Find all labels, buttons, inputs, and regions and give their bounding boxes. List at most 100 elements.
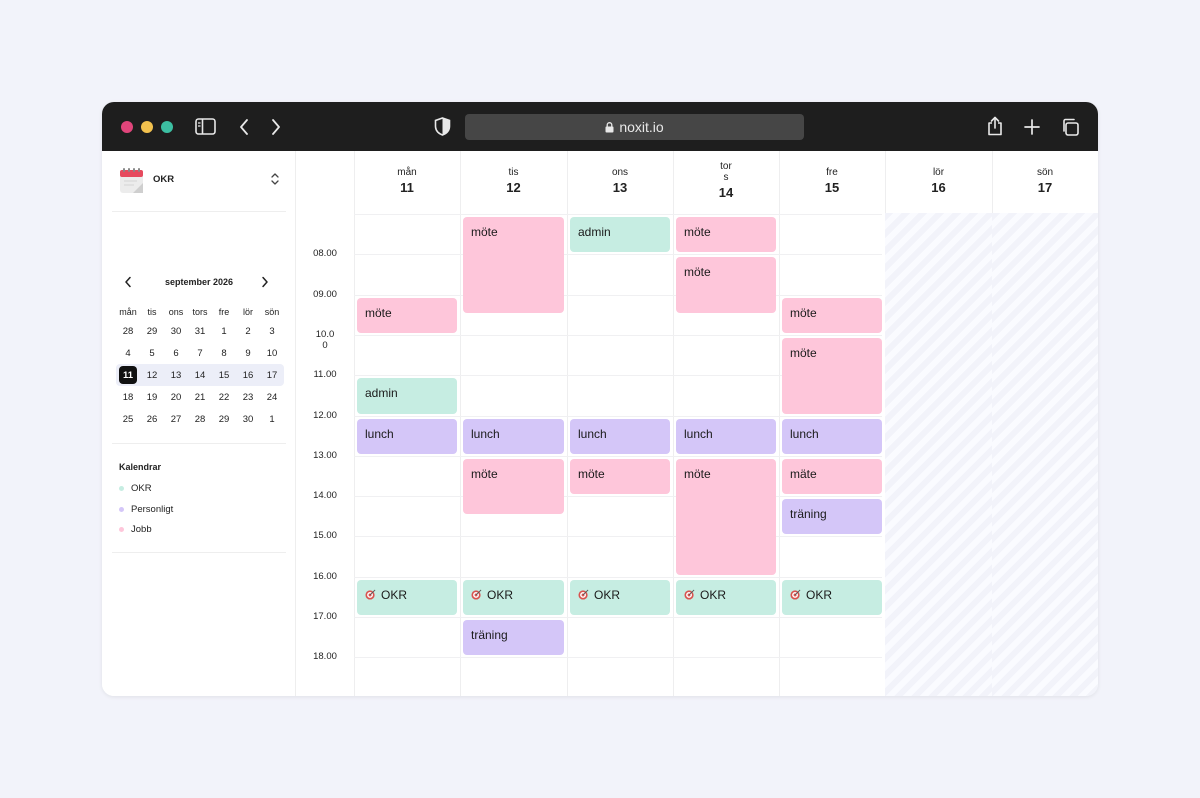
event-lunch[interactable]: lunch <box>782 419 882 454</box>
event-title: möte <box>684 265 711 279</box>
zoom-window-button[interactable] <box>161 121 173 133</box>
event-admin[interactable]: admin <box>357 378 457 414</box>
calendar-item-okr[interactable]: OKR <box>119 483 152 494</box>
forward-icon[interactable] <box>268 117 284 137</box>
mini-calendar-day[interactable]: 5 <box>140 342 164 364</box>
event-lunch[interactable]: lunch <box>570 419 670 454</box>
mini-calendar-day[interactable]: 19 <box>140 386 164 408</box>
mini-calendar-day[interactable]: 15 <box>212 364 236 386</box>
mini-calendar-day[interactable]: 1 <box>212 320 236 342</box>
event-möte[interactable]: möte <box>463 459 564 514</box>
event-möte[interactable]: möte <box>676 459 776 575</box>
mini-calendar-day[interactable]: 14 <box>188 364 212 386</box>
mini-calendar-day[interactable]: 1 <box>260 408 284 430</box>
new-tab-icon[interactable] <box>1022 117 1042 137</box>
mini-calendar-day[interactable]: 6 <box>164 342 188 364</box>
mini-calendar-day[interactable]: 4 <box>116 342 140 364</box>
day-header[interactable]: ons 13 <box>567 151 673 213</box>
next-month-button[interactable] <box>258 275 272 289</box>
event-title: OKR <box>806 588 833 602</box>
event-möte[interactable]: möte <box>782 338 882 414</box>
mini-calendar-day[interactable]: 7 <box>188 342 212 364</box>
event-möte[interactable]: möte <box>676 257 776 313</box>
event-title: möte <box>790 306 817 320</box>
event-okr[interactable]: OKR <box>782 580 882 615</box>
mini-calendar-day[interactable]: 8 <box>212 342 236 364</box>
mini-calendar-day[interactable]: 12 <box>140 364 164 386</box>
grid-column-line <box>354 151 355 696</box>
mini-calendar-day[interactable]: 24 <box>260 386 284 408</box>
mini-calendar-day[interactable]: 28 <box>188 408 212 430</box>
privacy-shield-icon[interactable] <box>432 116 452 137</box>
mini-calendar-day[interactable]: 10 <box>260 342 284 364</box>
mini-calendar-weekday: mån <box>119 307 137 317</box>
mini-calendar-day[interactable]: 9 <box>236 342 260 364</box>
mini-calendar-day[interactable]: 26 <box>140 408 164 430</box>
day-header[interactable]: mån 11 <box>354 151 460 213</box>
mini-calendar-day[interactable]: 28 <box>116 320 140 342</box>
mini-calendar-day[interactable]: 18 <box>116 386 140 408</box>
mini-calendar-day[interactable]: 29 <box>140 320 164 342</box>
mini-calendar-day[interactable]: 30 <box>164 320 188 342</box>
event-okr[interactable]: OKR <box>357 580 457 615</box>
event-möte[interactable]: möte <box>357 298 457 333</box>
share-icon[interactable] <box>985 115 1005 137</box>
mini-calendar-day[interactable]: 23 <box>236 386 260 408</box>
calendar-item-label: Personligt <box>131 503 174 515</box>
mini-calendar-day[interactable]: 22 <box>212 386 236 408</box>
mini-calendar-day[interactable]: 13 <box>164 364 188 386</box>
time-label: 17.00 <box>313 611 337 622</box>
time-label: 12.00 <box>313 410 337 421</box>
address-bar[interactable]: noxit.io <box>465 114 804 140</box>
chevron-up-down-icon <box>270 171 280 192</box>
mini-calendar-day[interactable]: 21 <box>188 386 212 408</box>
mini-calendar-day[interactable]: 20 <box>164 386 188 408</box>
day-header[interactable]: tis 12 <box>460 151 567 213</box>
mini-calendar-day[interactable]: 2 <box>236 320 260 342</box>
close-window-button[interactable] <box>121 121 133 133</box>
grid-column-line <box>779 151 780 696</box>
mini-calendar-day[interactable]: 17 <box>260 364 284 386</box>
day-header-name: sön <box>1036 167 1054 178</box>
tab-overview-icon[interactable] <box>1060 117 1080 137</box>
day-header[interactable]: sön 17 <box>992 151 1098 213</box>
divider <box>112 211 286 212</box>
mini-calendar-day[interactable]: 31 <box>188 320 212 342</box>
event-admin[interactable]: admin <box>570 217 670 252</box>
calendar-selector[interactable]: OKR <box>112 165 284 195</box>
event-träning[interactable]: träning <box>782 499 882 534</box>
mini-calendar-day[interactable]: 27 <box>164 408 188 430</box>
mini-calendar-day[interactable]: 25 <box>116 408 140 430</box>
day-header[interactable]: tor s 14 <box>673 151 779 213</box>
mini-calendar-day[interactable]: 29 <box>212 408 236 430</box>
sidebar-toggle-icon[interactable] <box>194 116 216 136</box>
event-lunch[interactable]: lunch <box>676 419 776 454</box>
event-lunch[interactable]: lunch <box>463 419 564 454</box>
day-header-name: tis <box>508 167 519 178</box>
event-okr[interactable]: OKR <box>570 580 670 615</box>
event-möte[interactable]: möte <box>570 459 670 494</box>
event-träning[interactable]: träning <box>463 620 564 655</box>
calendar-item-personligt[interactable]: Personligt <box>119 504 173 515</box>
mini-calendar-day[interactable]: 30 <box>236 408 260 430</box>
event-möte[interactable]: möte <box>463 217 564 313</box>
event-lunch[interactable]: lunch <box>357 419 457 454</box>
event-title: admin <box>365 386 398 400</box>
mini-calendar-day[interactable]: 16 <box>236 364 260 386</box>
minimize-window-button[interactable] <box>141 121 153 133</box>
mini-calendar-current-week: 11 12 13 14 15 16 17 <box>116 364 284 386</box>
event-okr[interactable]: OKR <box>463 580 564 615</box>
week-view: mån 11 tis 12 ons 13 tor s 14 fre 15 lör 16 sön 17 08.… <box>296 151 1098 696</box>
event-möte[interactable]: möte <box>782 298 882 333</box>
back-icon[interactable] <box>236 117 252 137</box>
calendar-item-jobb[interactable]: Jobb <box>119 524 152 535</box>
mini-calendar-today[interactable]: 11 <box>116 364 140 386</box>
day-header-number: 16 <box>931 180 946 195</box>
event-möte[interactable]: möte <box>676 217 776 252</box>
mini-calendar-day[interactable]: 3 <box>260 320 284 342</box>
day-header[interactable]: lör 16 <box>885 151 992 213</box>
day-header[interactable]: fre 15 <box>779 151 885 213</box>
event-mäte[interactable]: mäte <box>782 459 882 494</box>
event-okr[interactable]: OKR <box>676 580 776 615</box>
day-header-name: fre <box>826 167 838 178</box>
